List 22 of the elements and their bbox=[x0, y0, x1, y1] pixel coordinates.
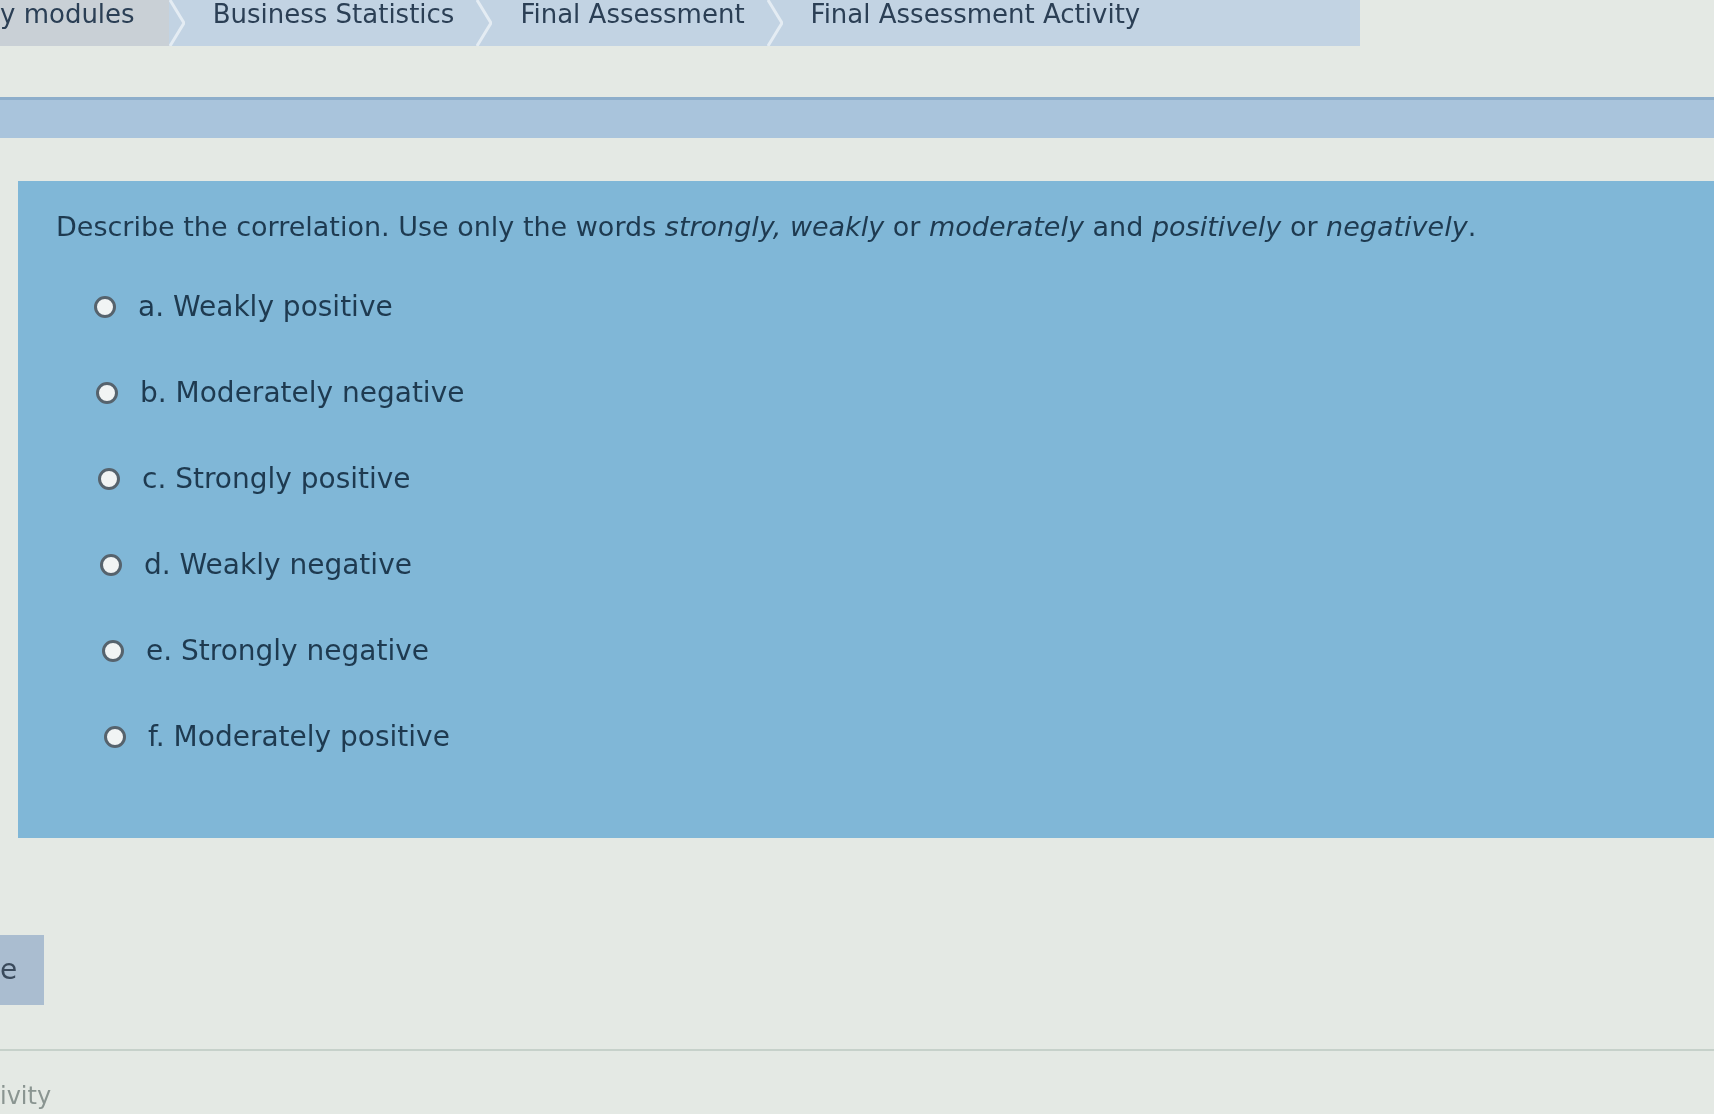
side-tab[interactable]: e bbox=[0, 935, 44, 1005]
footer-text: ivity bbox=[0, 1081, 52, 1111]
option-label[interactable]: a. Weakly positive bbox=[138, 289, 393, 325]
option-label[interactable]: f. Moderately positive bbox=[148, 719, 450, 755]
breadcrumb-link[interactable]: y modules bbox=[0, 0, 169, 46]
radio-button[interactable] bbox=[96, 382, 118, 404]
radio-button[interactable] bbox=[94, 296, 116, 318]
option-label[interactable]: e. Strongly negative bbox=[146, 633, 430, 669]
radio-button[interactable] bbox=[104, 726, 126, 748]
chevron-icon bbox=[168, 0, 185, 46]
chevron-icon bbox=[476, 0, 493, 46]
radio-button[interactable] bbox=[102, 640, 124, 662]
breadcrumb-link[interactable]: Business Statistics bbox=[184, 0, 477, 46]
question-text: Describe the correlation. Use only the words strongly, weakly or moderately and positively or negatively. bbox=[56, 210, 1478, 244]
radio-button[interactable] bbox=[98, 468, 120, 490]
breadcrumb-link[interactable]: Final Assessment bbox=[492, 0, 767, 46]
chevron-icon bbox=[766, 0, 783, 46]
breadcrumb-link[interactable]: Final Assessment Activity bbox=[782, 0, 1163, 46]
option-label[interactable]: b. Moderately negative bbox=[140, 375, 465, 411]
option-label[interactable]: c. Strongly positive bbox=[142, 461, 411, 497]
option-label[interactable]: d. Weakly negative bbox=[144, 547, 412, 583]
radio-button[interactable] bbox=[100, 554, 122, 576]
